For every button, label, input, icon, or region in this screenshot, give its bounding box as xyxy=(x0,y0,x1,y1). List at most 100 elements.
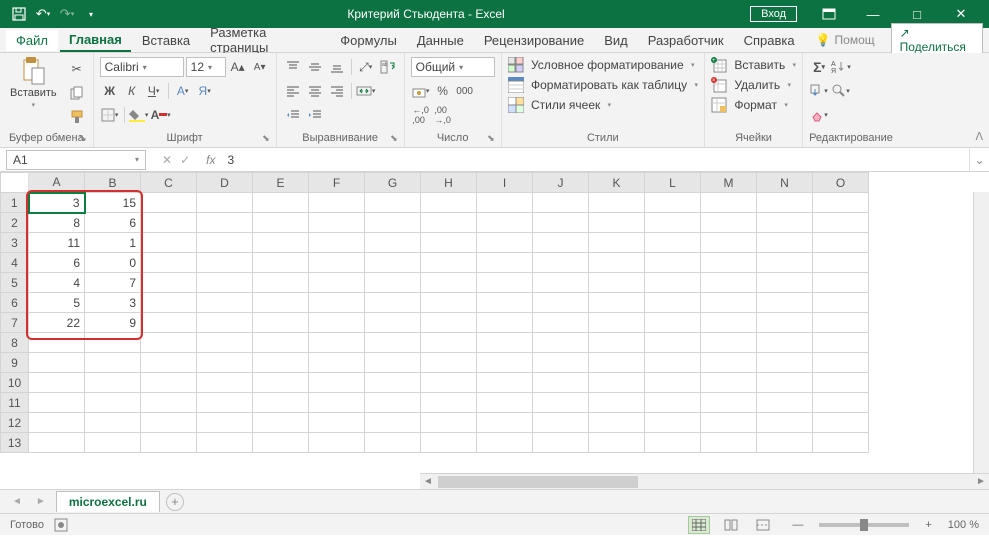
scroll-right-icon[interactable]: ► xyxy=(973,476,989,487)
cell-N9[interactable] xyxy=(757,353,813,373)
cell-D6[interactable] xyxy=(197,293,253,313)
view-normal-icon[interactable] xyxy=(688,516,710,534)
cell-I8[interactable] xyxy=(477,333,533,353)
fx-icon[interactable]: fx xyxy=(200,153,221,167)
cell-M6[interactable] xyxy=(701,293,757,313)
cell-A6[interactable]: 5 xyxy=(29,293,85,313)
cell-G3[interactable] xyxy=(365,233,421,253)
cell-A5[interactable]: 4 xyxy=(29,273,85,293)
cell-J11[interactable] xyxy=(533,393,589,413)
wrap-text-icon[interactable]: ab xyxy=(378,57,398,77)
row-header-8[interactable]: 8 xyxy=(1,333,29,353)
cell-I11[interactable] xyxy=(477,393,533,413)
col-header-I[interactable]: I xyxy=(477,173,533,193)
row-header-5[interactable]: 5 xyxy=(1,273,29,293)
font-color-icon[interactable]: A▾ xyxy=(151,105,171,125)
cell-M1[interactable] xyxy=(701,193,757,213)
cell-C8[interactable] xyxy=(141,333,197,353)
cell-L4[interactable] xyxy=(645,253,701,273)
cell-B1[interactable]: 15 xyxy=(85,193,141,213)
cell-K6[interactable] xyxy=(589,293,645,313)
cell-K5[interactable] xyxy=(589,273,645,293)
cell-A8[interactable] xyxy=(29,333,85,353)
cell-G11[interactable] xyxy=(365,393,421,413)
cell-N7[interactable] xyxy=(757,313,813,333)
ribbon-options-icon[interactable] xyxy=(809,0,849,28)
clipboard-launcher-icon[interactable]: ⬊ xyxy=(79,133,87,144)
cell-J9[interactable] xyxy=(533,353,589,373)
cell-F5[interactable] xyxy=(309,273,365,293)
cell-B2[interactable]: 6 xyxy=(85,213,141,233)
row-header-7[interactable]: 7 xyxy=(1,313,29,333)
cell-H12[interactable] xyxy=(421,413,477,433)
cell-D4[interactable] xyxy=(197,253,253,273)
cell-M7[interactable] xyxy=(701,313,757,333)
cell-O4[interactable] xyxy=(813,253,869,273)
cell-E6[interactable] xyxy=(253,293,309,313)
cell-E5[interactable] xyxy=(253,273,309,293)
font-size-combo[interactable]: 12▾ xyxy=(186,57,226,77)
cell-G8[interactable] xyxy=(365,333,421,353)
cell-O2[interactable] xyxy=(813,213,869,233)
cell-E9[interactable] xyxy=(253,353,309,373)
cell-L6[interactable] xyxy=(645,293,701,313)
cell-E4[interactable] xyxy=(253,253,309,273)
cell-I5[interactable] xyxy=(477,273,533,293)
cell-A3[interactable]: 11 xyxy=(29,233,85,253)
increase-font-icon[interactable]: A▴ xyxy=(228,57,248,77)
cell-H7[interactable] xyxy=(421,313,477,333)
paste-button[interactable]: Вставить ▾ xyxy=(6,55,61,111)
cell-J4[interactable] xyxy=(533,253,589,273)
cell-I7[interactable] xyxy=(477,313,533,333)
cell-O3[interactable] xyxy=(813,233,869,253)
scroll-left-icon[interactable]: ◄ xyxy=(420,476,436,487)
cell-D5[interactable] xyxy=(197,273,253,293)
cell-C12[interactable] xyxy=(141,413,197,433)
cell-F9[interactable] xyxy=(309,353,365,373)
cell-G5[interactable] xyxy=(365,273,421,293)
cell-I6[interactable] xyxy=(477,293,533,313)
cell-H6[interactable] xyxy=(421,293,477,313)
zoom-in-icon[interactable]: + xyxy=(925,519,931,531)
cell-L1[interactable] xyxy=(645,193,701,213)
confirm-formula-icon[interactable]: ✓ xyxy=(180,153,190,167)
cell-K1[interactable] xyxy=(589,193,645,213)
expand-formula-icon[interactable]: ⌄ xyxy=(969,148,989,171)
ribbon-tab-4[interactable]: Данные xyxy=(408,30,473,51)
cell-H10[interactable] xyxy=(421,373,477,393)
cell-F7[interactable] xyxy=(309,313,365,333)
clear-icon[interactable]: ▾ xyxy=(809,105,829,125)
cell-M2[interactable] xyxy=(701,213,757,233)
cell-J8[interactable] xyxy=(533,333,589,353)
cell-L10[interactable] xyxy=(645,373,701,393)
cell-B12[interactable] xyxy=(85,413,141,433)
decrease-font-icon[interactable]: A▾ xyxy=(250,57,270,77)
cell-D11[interactable] xyxy=(197,393,253,413)
cell-D9[interactable] xyxy=(197,353,253,373)
cell-B6[interactable]: 3 xyxy=(85,293,141,313)
cut-icon[interactable]: ✂ xyxy=(67,59,87,79)
col-header-E[interactable]: E xyxy=(253,173,309,193)
cell-A4[interactable]: 6 xyxy=(29,253,85,273)
cell-H2[interactable] xyxy=(421,213,477,233)
vertical-scrollbar[interactable] xyxy=(973,192,989,473)
cell-K3[interactable] xyxy=(589,233,645,253)
cell-styles-button[interactable]: Стили ячеек ▾ xyxy=(508,97,698,113)
sheet-tab[interactable]: microexcel.ru xyxy=(56,491,160,512)
cell-C7[interactable] xyxy=(141,313,197,333)
cell-G12[interactable] xyxy=(365,413,421,433)
cell-B11[interactable] xyxy=(85,393,141,413)
cell-H3[interactable] xyxy=(421,233,477,253)
redo-icon[interactable]: ↷▾ xyxy=(56,3,78,25)
cell-N6[interactable] xyxy=(757,293,813,313)
cell-I2[interactable] xyxy=(477,213,533,233)
format-painter-icon[interactable] xyxy=(67,107,87,127)
cell-I4[interactable] xyxy=(477,253,533,273)
cell-F13[interactable] xyxy=(309,433,365,453)
cell-M8[interactable] xyxy=(701,333,757,353)
bold-button[interactable]: Ж xyxy=(100,81,120,101)
row-header-11[interactable]: 11 xyxy=(1,393,29,413)
cell-M4[interactable] xyxy=(701,253,757,273)
row-header-10[interactable]: 10 xyxy=(1,373,29,393)
view-page-layout-icon[interactable] xyxy=(720,516,742,534)
